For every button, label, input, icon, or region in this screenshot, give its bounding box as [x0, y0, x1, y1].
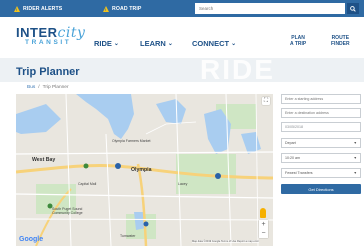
- start-address-input[interactable]: [281, 94, 361, 104]
- zoom-control[interactable]: + −: [259, 220, 268, 238]
- chevron-down-icon: ▼: [353, 156, 357, 160]
- map-label-tumwater: Tumwater: [120, 234, 136, 238]
- preference-select[interactable]: Fewest Transfers ▼: [281, 168, 361, 178]
- route-finder-link[interactable]: ROUTE FINDER: [331, 35, 350, 47]
- search-input[interactable]: [195, 3, 345, 14]
- zoom-in-icon[interactable]: +: [261, 221, 265, 228]
- breadcrumb-current: Trip Planner: [42, 85, 69, 90]
- get-directions-button[interactable]: Get Directions: [281, 184, 361, 194]
- zoom-out-icon[interactable]: −: [261, 230, 265, 237]
- map-label-west-bay: West Bay: [32, 157, 56, 163]
- time-value: 10:20 am: [285, 156, 300, 160]
- destination-address-input[interactable]: [281, 108, 361, 118]
- chevron-down-icon: ⌄: [167, 41, 173, 47]
- nav-connect[interactable]: CONNECT ⌄: [192, 39, 236, 48]
- map-label-capital-mall: Capital Mall: [78, 182, 97, 186]
- fullscreen-icon[interactable]: ⛶: [262, 97, 270, 105]
- chevron-down-icon: ▼: [353, 141, 357, 145]
- map-label-lacey: Lacey: [178, 182, 188, 186]
- chevron-down-icon: ▼: [353, 171, 357, 175]
- breadcrumb-bus[interactable]: Bus: [27, 85, 35, 90]
- main-header: INTERcity TRANSIT RIDE ⌄ LEARN ⌄ CONNECT ⌄ …: [0, 17, 364, 58]
- logo-text-inter: INTER: [16, 25, 58, 40]
- page-banner: RIDE Trip Planner: [0, 58, 364, 82]
- chevron-down-icon: ⌄: [113, 41, 119, 47]
- date-value: 03/05/2018: [285, 125, 303, 129]
- rider-alerts-link[interactable]: RIDER ALERTS: [14, 0, 62, 17]
- mode-value: Depart: [285, 141, 296, 145]
- intercity-transit-logo[interactable]: INTERcity TRANSIT: [16, 25, 85, 47]
- search-icon: [350, 5, 356, 12]
- route-finder-label-2: FINDER: [331, 41, 350, 47]
- banner-watermark: RIDE: [200, 58, 275, 82]
- top-alert-bar: RIDER ALERTS ROAD TRIP: [0, 0, 364, 17]
- chevron-down-icon: ⌄: [231, 41, 237, 47]
- breadcrumb-separator: /: [38, 85, 40, 90]
- trip-map[interactable]: Olympia Farmers Market Olympia West Bay …: [16, 94, 273, 246]
- nav-ride[interactable]: RIDE ⌄: [94, 39, 119, 48]
- breadcrumb: Bus / Trip Planner: [27, 85, 69, 90]
- plan-a-trip-link[interactable]: PLAN A TRIP: [290, 35, 306, 47]
- depart-arrive-select[interactable]: Depart ▼: [281, 138, 361, 148]
- date-input[interactable]: 03/05/2018: [281, 122, 361, 132]
- pegman-icon[interactable]: [260, 208, 266, 218]
- map-label-olympia: Olympia: [131, 167, 152, 173]
- rider-alerts-label: RIDER ALERTS: [23, 5, 63, 12]
- plan-a-trip-label-2: A TRIP: [290, 41, 307, 47]
- warning-icon: [14, 5, 20, 12]
- nav-learn-label: LEARN: [140, 39, 166, 48]
- road-trip-label: ROAD TRIP: [112, 5, 142, 12]
- nav-learn[interactable]: LEARN ⌄: [140, 39, 173, 48]
- nav-ride-label: RIDE: [94, 39, 112, 48]
- nav-connect-label: CONNECT: [192, 39, 230, 48]
- warning-icon: [103, 5, 109, 12]
- page-title: Trip Planner: [16, 66, 80, 78]
- map-label-spscc: South Puget Sound Community College: [52, 207, 83, 215]
- road-trip-link[interactable]: ROAD TRIP: [103, 0, 141, 17]
- google-logo: Google: [19, 236, 44, 243]
- map-label-farmers-market: Olympia Farmers Market: [112, 139, 151, 143]
- map-attribution[interactable]: Map data ©2019 Google Terms of Use Repor…: [192, 240, 259, 243]
- search-button[interactable]: [347, 3, 359, 14]
- time-select[interactable]: 10:20 am ▼: [281, 153, 361, 163]
- preference-value: Fewest Transfers: [285, 171, 313, 175]
